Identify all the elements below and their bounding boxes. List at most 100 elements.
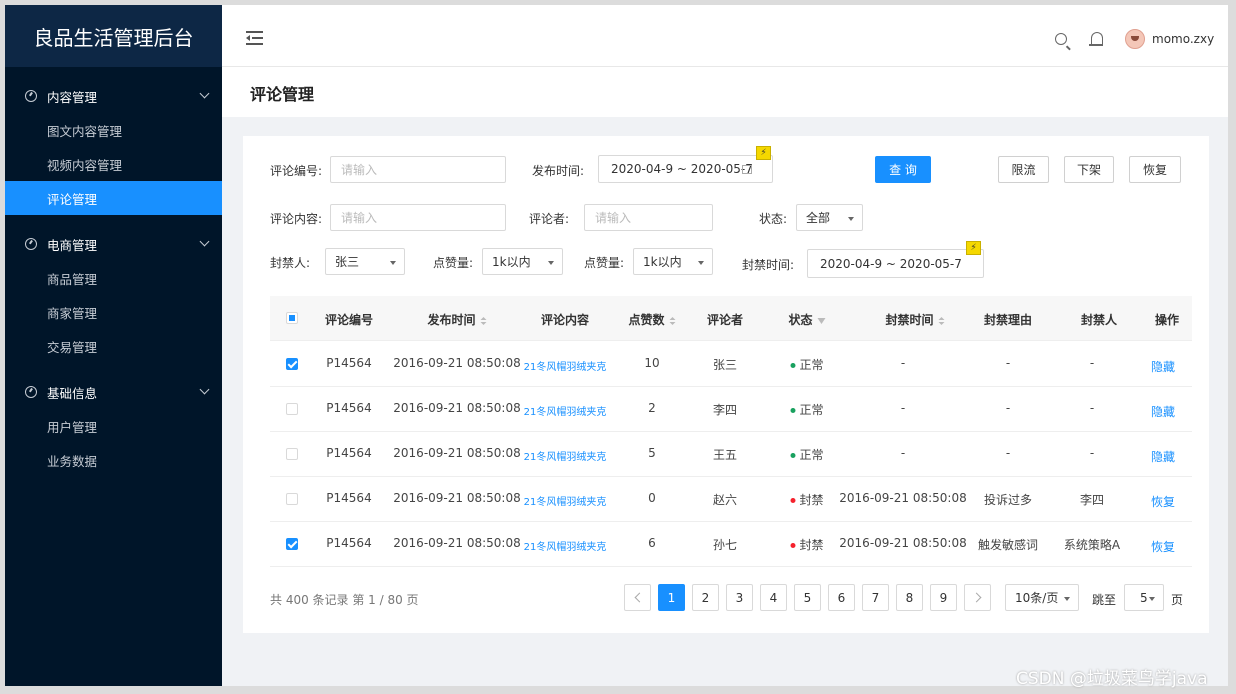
cell-op[interactable]: 隐藏	[1151, 358, 1175, 375]
page-button[interactable]: 8	[896, 584, 923, 611]
cell-op[interactable]: 隐藏	[1151, 403, 1175, 420]
page-title: 评论管理	[250, 85, 315, 104]
banner-select[interactable]: 张三	[325, 248, 405, 275]
cell-id: P14564	[326, 356, 372, 370]
row-checkbox[interactable]	[286, 403, 298, 415]
cell-banner: -	[1089, 446, 1095, 460]
row-checkbox[interactable]	[286, 493, 298, 505]
table-header: 评论编号 发布时间 评论内容 点赞数 评论者 状态 封禁时间 封禁理由 封禁人 …	[270, 296, 1192, 341]
restore-button[interactable]: 恢复	[1129, 156, 1181, 183]
cell-ban-time: 2016-09-21 08:50:08	[839, 491, 967, 505]
cell-likes: 5	[648, 446, 656, 460]
offline-button[interactable]: 下架	[1064, 156, 1114, 183]
sidebar-item[interactable]: 交易管理	[5, 329, 222, 363]
query-button[interactable]: 查 询	[875, 156, 931, 183]
cell-status: 正常	[790, 446, 824, 463]
cell-op[interactable]: 恢复	[1151, 538, 1175, 555]
status-text: 正常	[799, 403, 824, 417]
cell-content[interactable]: 21冬风帽羽绒夹克	[524, 448, 607, 463]
cell-banner: -	[1089, 356, 1095, 370]
row-checkbox[interactable]	[286, 448, 298, 460]
page-unit-label: 页	[1171, 593, 1184, 607]
sidebar-item[interactable]: 用户管理	[5, 409, 222, 443]
select-all-checkbox[interactable]	[286, 312, 298, 324]
jump-input[interactable]: 5	[1124, 584, 1164, 611]
content-input[interactable]: 请输入	[330, 204, 506, 231]
sidebar-group[interactable]: 内容管理	[5, 79, 222, 113]
cell-id: P14564	[326, 446, 372, 460]
cell-content[interactable]: 21冬风帽羽绒夹克	[524, 358, 607, 373]
dashboard-icon	[25, 386, 37, 398]
page-size-select[interactable]: 10条/页	[1005, 584, 1079, 611]
col-user: 评论者	[706, 313, 744, 327]
cell-op[interactable]: 隐藏	[1151, 448, 1175, 465]
sidebar-item[interactable]: 评论管理	[5, 181, 222, 215]
sort-icon[interactable]	[480, 316, 487, 325]
filter-icon[interactable]	[817, 317, 826, 324]
cell-reason: 触发敏感词	[977, 538, 1039, 552]
commenter-input[interactable]: 请输入	[584, 204, 713, 231]
comment-id-input[interactable]: 请输入	[330, 156, 506, 183]
sidebar-item[interactable]: 商品管理	[5, 261, 222, 295]
sidebar-group[interactable]: 电商管理	[5, 227, 222, 261]
col-status[interactable]: 状态	[788, 311, 826, 328]
sidebar-item[interactable]: 业务数据	[5, 443, 222, 477]
col-banner: 封禁人	[1080, 313, 1118, 327]
dashboard-icon	[25, 238, 37, 250]
page-button[interactable]: 9	[930, 584, 957, 611]
sidebar-item[interactable]: 商家管理	[5, 295, 222, 329]
col-reason: 封禁理由	[983, 313, 1033, 327]
menu-fold-icon[interactable]	[246, 31, 264, 45]
page-button[interactable]: 2	[692, 584, 719, 611]
cell-content[interactable]: 21冬风帽羽绒夹克	[524, 493, 607, 508]
cell-status: 正常	[790, 401, 824, 418]
cell-time: 2016-09-21 08:50:08	[393, 446, 521, 460]
ban-time-range[interactable]: 2020-04-9 ~ 2020-05-7	[807, 249, 984, 278]
dashboard-icon	[25, 90, 37, 102]
table-row: P14564 2016-09-21 08:50:08 21冬风帽羽绒夹克 5 王五 正常 -…	[270, 432, 1192, 477]
row-checkbox[interactable]	[286, 358, 298, 370]
sidebar-group[interactable]: 基础信息	[5, 375, 222, 409]
likes-select-2[interactable]: 1k以内	[633, 248, 713, 275]
cell-id: P14564	[326, 536, 372, 550]
status-text: 正常	[799, 448, 824, 462]
col-time[interactable]: 发布时间	[427, 311, 487, 328]
page-button[interactable]: 6	[828, 584, 855, 611]
likes-select-1[interactable]: 1k以内	[482, 248, 563, 275]
page-button[interactable]: 4	[760, 584, 787, 611]
page-button[interactable]: 3	[726, 584, 753, 611]
pagination-summary: 共 400 条记录 第 1 / 80 页	[270, 593, 419, 607]
status-dot	[790, 543, 796, 548]
page-button[interactable]: 1	[658, 584, 685, 611]
cell-id: P14564	[326, 491, 372, 505]
limit-button[interactable]: 限流	[998, 156, 1049, 183]
cell-reason: -	[1005, 356, 1011, 370]
publish-time-range[interactable]: 2020-04-9 ~ 2020-05-7	[598, 155, 773, 183]
username[interactable]: momo.zxy	[1152, 32, 1214, 46]
page-button[interactable]: 7	[862, 584, 889, 611]
next-page-button[interactable]	[964, 584, 991, 611]
page-button[interactable]: 5	[794, 584, 821, 611]
sidebar-item[interactable]: 图文内容管理	[5, 113, 222, 147]
sidebar-menu: 内容管理 图文内容管理 视频内容管理 评论管理电商管理 商品管理 商家管理 交易管理基础信息…	[5, 79, 222, 477]
sort-icon[interactable]	[669, 316, 676, 325]
cell-content[interactable]: 21冬风帽羽绒夹克	[524, 538, 607, 553]
cell-content[interactable]: 21冬风帽羽绒夹克	[524, 403, 607, 418]
bell-icon[interactable]	[1089, 32, 1103, 46]
chevron-down-icon	[199, 384, 210, 395]
avatar[interactable]	[1125, 29, 1145, 49]
status-dot	[790, 408, 796, 413]
status-select[interactable]: 全部	[796, 204, 863, 231]
sort-icon[interactable]	[938, 316, 945, 325]
table-row: P14564 2016-09-21 08:50:08 21冬风帽羽绒夹克 10 张三 正常…	[270, 342, 1192, 387]
col-ban-time[interactable]: 封禁时间	[885, 311, 945, 328]
cell-op[interactable]: 恢复	[1151, 493, 1175, 510]
search-icon[interactable]	[1055, 33, 1067, 45]
table-row: P14564 2016-09-21 08:50:08 21冬风帽羽绒夹克 6 孙七 封禁 2…	[270, 522, 1192, 567]
cell-ban-time: -	[900, 446, 906, 460]
status-dot	[790, 498, 796, 503]
row-checkbox[interactable]	[286, 538, 298, 550]
prev-page-button[interactable]	[624, 584, 651, 611]
sidebar-item[interactable]: 视频内容管理	[5, 147, 222, 181]
col-likes[interactable]: 点赞数	[628, 311, 676, 328]
